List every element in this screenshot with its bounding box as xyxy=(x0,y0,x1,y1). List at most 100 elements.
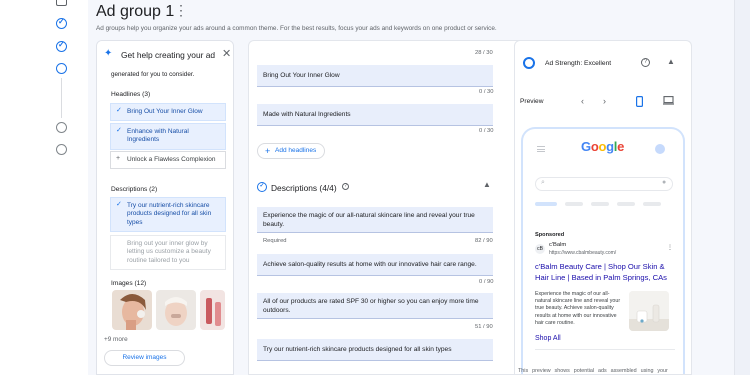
headlines-header: Headlines (3) xyxy=(111,91,151,98)
more-images-text: +9 more xyxy=(104,336,128,343)
search-icon: ⌕ xyxy=(541,179,545,186)
ad-headline: c'Balm Beauty Care | Shop Our Skin & Hai… xyxy=(535,262,667,282)
ad-strength-panel: Ad Strength: Excellent ? ▲ Preview ‹ › G… xyxy=(514,40,692,375)
headline-field-value: Made with Natural Ingredients xyxy=(263,111,351,118)
result-tab xyxy=(565,202,583,206)
step-complete-2[interactable]: ✓ xyxy=(56,40,67,52)
preview-label: Preview xyxy=(520,98,544,105)
step-icon-top[interactable] xyxy=(56,0,67,6)
page-title: Ad group 1 xyxy=(96,3,175,20)
mobile-preview-frame: Google ⌕ ● Sponsored cB c'Balm https://w… xyxy=(521,127,685,374)
mic-icon: ● xyxy=(662,179,667,186)
ad-url: https://www.cbalmbeauty.com/ xyxy=(549,250,617,256)
lipstick-image xyxy=(200,290,225,330)
description-field[interactable]: Achieve salon-quality results at home wi… xyxy=(257,254,493,276)
plus-icon: + xyxy=(116,155,121,162)
result-tab xyxy=(617,202,635,206)
headline-suggestion[interactable]: ✓ Bring Out Your Inner Glow xyxy=(110,103,226,122)
check-icon: ✓ xyxy=(116,107,122,114)
description-field[interactable]: Try our nutrient-rich skincare products … xyxy=(257,339,493,361)
face-mask-image xyxy=(156,290,196,330)
sparkle-icon: ✦ xyxy=(104,48,113,59)
woman-face-image xyxy=(112,290,152,330)
chevron-up-icon[interactable]: ▲ xyxy=(483,180,491,189)
result-tab xyxy=(591,202,609,206)
images-header: Images (12) xyxy=(111,280,147,287)
step-current[interactable] xyxy=(56,63,67,74)
image-suggestion[interactable] xyxy=(112,290,152,330)
headline-field[interactable]: Bring Out Your Inner Glow xyxy=(257,65,493,87)
plus-icon: + xyxy=(265,146,271,156)
char-counter: 28 / 30 xyxy=(475,50,493,56)
desktop-icon[interactable] xyxy=(663,96,674,107)
descriptions-section-title: Descriptions (4/4) xyxy=(271,183,337,193)
brand-favicon: cB xyxy=(535,244,545,254)
stepper-rail: ✓ ✓ xyxy=(0,0,88,375)
step-pending-2[interactable] xyxy=(56,144,67,155)
description-suggestion-text: Bring out your inner glow by letting us … xyxy=(127,240,211,264)
page-edge xyxy=(734,0,750,375)
descriptions-header: Descriptions (2) xyxy=(111,186,158,193)
char-counter: 51 / 90 xyxy=(475,324,493,330)
sponsored-label: Sponsored xyxy=(535,232,565,238)
result-tab xyxy=(535,202,557,206)
headline-suggestion[interactable]: + Unlock a Flawless Complexion xyxy=(110,151,226,170)
help-panel-header: ✦ Get help creating your ad ✕ xyxy=(97,41,233,69)
mobile-icon[interactable] xyxy=(636,96,644,109)
char-counter: 82 / 90 xyxy=(475,238,493,244)
avatar xyxy=(655,144,665,154)
app-page: ✓ ✓ Ad group 1 ⋮ Ad groups help you orga… xyxy=(0,0,750,375)
search-bar: ⌕ ● xyxy=(535,177,673,191)
preview-footer: This preview shows potential ads assembl… xyxy=(518,368,668,374)
char-counter: 0 / 30 xyxy=(479,89,494,95)
check-icon: ✓ xyxy=(116,201,122,208)
ad-product-image xyxy=(629,291,669,331)
help-icon[interactable]: ? xyxy=(641,58,650,67)
result-tab xyxy=(643,202,661,206)
image-suggestion[interactable] xyxy=(200,290,225,330)
generated-note: generated for you to consider. xyxy=(111,71,195,78)
more-icon[interactable]: ⋮ xyxy=(174,2,188,19)
image-suggestion[interactable] xyxy=(156,290,196,330)
shop-all-link: Shop All xyxy=(535,335,561,342)
description-suggestion-text: Try our nutrient-rich skincare products … xyxy=(127,202,212,226)
description-field[interactable]: Experience the magic of our all-natural … xyxy=(257,207,493,233)
description-field-value: All of our products are rated SPF 30 or … xyxy=(263,298,479,314)
add-headlines-label: Add headlines xyxy=(275,147,317,154)
stepper-line xyxy=(61,78,62,118)
description-suggestion[interactable]: Bring out your inner glow by letting us … xyxy=(110,235,226,271)
ad-strength-ring xyxy=(523,57,535,69)
add-headlines-button[interactable]: + Add headlines xyxy=(257,143,325,159)
headline-suggestion[interactable]: ✓ Enhance with Natural Ingredients xyxy=(110,123,226,150)
description-field-value: Experience the magic of our all-natural … xyxy=(263,212,475,228)
page-subtitle: Ad groups help you organize your ads aro… xyxy=(96,25,497,32)
chevron-right-icon[interactable]: › xyxy=(603,96,606,106)
menu-icon xyxy=(537,146,545,152)
step-complete-1[interactable]: ✓ xyxy=(56,17,67,29)
headline-field[interactable]: Made with Natural Ingredients xyxy=(257,104,493,126)
chevron-up-icon[interactable]: ▲ xyxy=(667,57,675,66)
ad-description: Experience the magic of our all-natural … xyxy=(535,291,621,326)
help-icon[interactable]: ? xyxy=(342,183,349,190)
brand-name: c'Balm xyxy=(549,242,567,248)
description-field-value: Try our nutrient-rich skincare products … xyxy=(263,346,452,353)
char-counter: 0 / 90 xyxy=(479,279,494,285)
headline-suggestion-text: Bring Out Your Inner Glow xyxy=(127,108,203,115)
step-pending-1[interactable] xyxy=(56,122,67,133)
description-field[interactable]: All of our products are rated SPF 30 or … xyxy=(257,293,493,319)
more-icon: ⋮ xyxy=(667,245,673,251)
char-counter: 0 / 30 xyxy=(479,128,494,134)
check-icon: ✓ xyxy=(116,127,122,134)
google-logo: Google xyxy=(581,139,625,154)
description-suggestion[interactable]: ✓ Try our nutrient-rich skincare product… xyxy=(110,197,226,233)
headline-suggestion-text: Unlock a Flawless Complexion xyxy=(127,156,216,163)
divider xyxy=(535,349,675,350)
chevron-left-icon[interactable]: ‹ xyxy=(581,96,584,106)
review-images-button[interactable]: Review images xyxy=(104,350,185,366)
ad-strength-label: Ad Strength: Excellent xyxy=(545,60,612,67)
close-icon[interactable]: ✕ xyxy=(222,47,231,60)
description-field-value: Achieve salon-quality results at home wi… xyxy=(263,261,477,268)
headline-suggestion-text: Enhance with Natural Ingredients xyxy=(127,128,189,144)
check-circle-icon: ✓ xyxy=(257,182,267,192)
headline-field-value: Bring Out Your Inner Glow xyxy=(263,72,340,79)
